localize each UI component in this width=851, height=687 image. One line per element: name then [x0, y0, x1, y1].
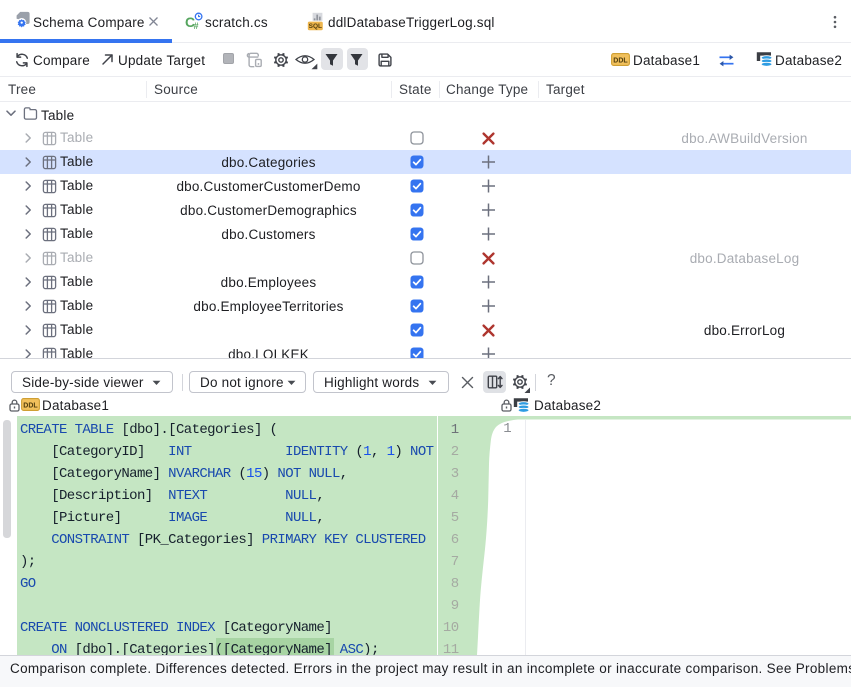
svg-text:#: # [194, 21, 199, 30]
svg-text:SQL: SQL [309, 23, 322, 30]
svg-text:DDL: DDL [23, 403, 38, 410]
svg-text:DDL: DDL [613, 58, 628, 65]
